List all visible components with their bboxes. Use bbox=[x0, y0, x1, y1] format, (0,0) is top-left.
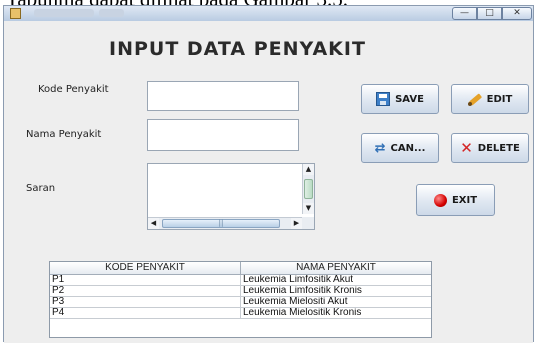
table-cell-kode: P4 bbox=[50, 308, 241, 318]
scroll-corner bbox=[302, 217, 314, 229]
table-cell-nama: Leukemia Mielositi Akut bbox=[243, 297, 348, 307]
nama-penyakit-field[interactable] bbox=[147, 119, 299, 151]
cancel-button-label: CAN... bbox=[390, 142, 426, 154]
table-row[interactable]: P2 Leukemia Limfositik Kronis bbox=[50, 286, 431, 297]
horizontal-scrollbar[interactable]: ◀ || ▶ bbox=[148, 217, 302, 229]
delete-button[interactable]: ✕ DELETE bbox=[451, 133, 529, 163]
minimize-button[interactable]: — bbox=[452, 7, 477, 20]
table-cell-nama: Leukemia Limfositik Kronis bbox=[243, 286, 362, 296]
table-cell-nama: Leukemia Limfositik Akut bbox=[243, 275, 354, 285]
nama-penyakit-label: Nama Penyakit bbox=[26, 129, 102, 140]
table-header: KODE PENYAKIT NAMA PENYAKIT bbox=[50, 262, 431, 275]
red-x-icon: ✕ bbox=[460, 139, 473, 157]
table-cell-nama: Leukemia Mielositik Kronis bbox=[243, 308, 362, 318]
table-body: P1 Leukemia Limfositik Akut P2 Leukemia … bbox=[50, 275, 431, 319]
scroll-left-arrow-icon[interactable]: ◀ bbox=[148, 218, 159, 229]
table-row[interactable]: P1 Leukemia Limfositik Akut bbox=[50, 275, 431, 286]
title-text-blurred bbox=[34, 9, 94, 17]
column-header-kode[interactable]: KODE PENYAKIT bbox=[50, 262, 241, 274]
app-window: — □ ✕ INPUT DATA PENYAKIT Kode Penyakit … bbox=[3, 5, 534, 343]
table-cell-kode: P2 bbox=[50, 286, 241, 296]
penyakit-table[interactable]: KODE PENYAKIT NAMA PENYAKIT P1 Leukemia … bbox=[49, 261, 432, 338]
edit-button[interactable]: EDIT bbox=[451, 84, 529, 114]
refresh-arrows-icon: ⇄ bbox=[374, 140, 386, 156]
column-header-nama[interactable]: NAMA PENYAKIT bbox=[241, 262, 431, 274]
red-circle-icon bbox=[433, 193, 447, 207]
table-cell-kode: P3 bbox=[50, 297, 241, 307]
java-app-icon bbox=[10, 8, 21, 19]
scroll-down-arrow-icon[interactable]: ▼ bbox=[303, 203, 314, 214]
vertical-scroll-thumb[interactable] bbox=[304, 179, 313, 199]
save-disk-icon bbox=[376, 92, 391, 106]
edit-button-label: EDIT bbox=[486, 93, 513, 105]
table-row[interactable]: P3 Leukemia Mielositi Akut bbox=[50, 297, 431, 308]
table-cell-kode: P1 bbox=[50, 275, 241, 285]
pencil-icon bbox=[467, 92, 482, 106]
vertical-scrollbar[interactable]: ▲ ▼ bbox=[302, 164, 314, 214]
form-panel: INPUT DATA PENYAKIT Kode Penyakit Nama P… bbox=[4, 21, 533, 343]
saran-textarea[interactable]: ▲ ▼ ◀ || ▶ bbox=[147, 163, 315, 230]
cancel-button[interactable]: ⇄ CAN... bbox=[361, 133, 439, 163]
scroll-right-arrow-icon[interactable]: ▶ bbox=[291, 218, 302, 229]
close-button[interactable]: ✕ bbox=[502, 7, 532, 20]
table-row[interactable]: P4 Leukemia Mielositik Kronis bbox=[50, 308, 431, 319]
exit-button-label: EXIT bbox=[451, 194, 478, 206]
scroll-up-arrow-icon[interactable]: ▲ bbox=[303, 164, 314, 175]
save-button[interactable]: SAVE bbox=[361, 84, 439, 114]
exit-button[interactable]: EXIT bbox=[416, 184, 495, 216]
kode-penyakit-field[interactable] bbox=[147, 81, 299, 111]
saran-label: Saran bbox=[26, 183, 56, 194]
title-bar[interactable]: — □ ✕ bbox=[4, 6, 533, 21]
kode-penyakit-label: Kode Penyakit bbox=[38, 84, 109, 95]
delete-button-label: DELETE bbox=[477, 142, 520, 154]
horizontal-scroll-thumb[interactable]: || bbox=[162, 219, 280, 228]
page-title: INPUT DATA PENYAKIT bbox=[109, 38, 366, 60]
save-button-label: SAVE bbox=[395, 93, 424, 105]
title-text-blurred-2 bbox=[99, 9, 124, 17]
maximize-button[interactable]: □ bbox=[477, 7, 502, 20]
